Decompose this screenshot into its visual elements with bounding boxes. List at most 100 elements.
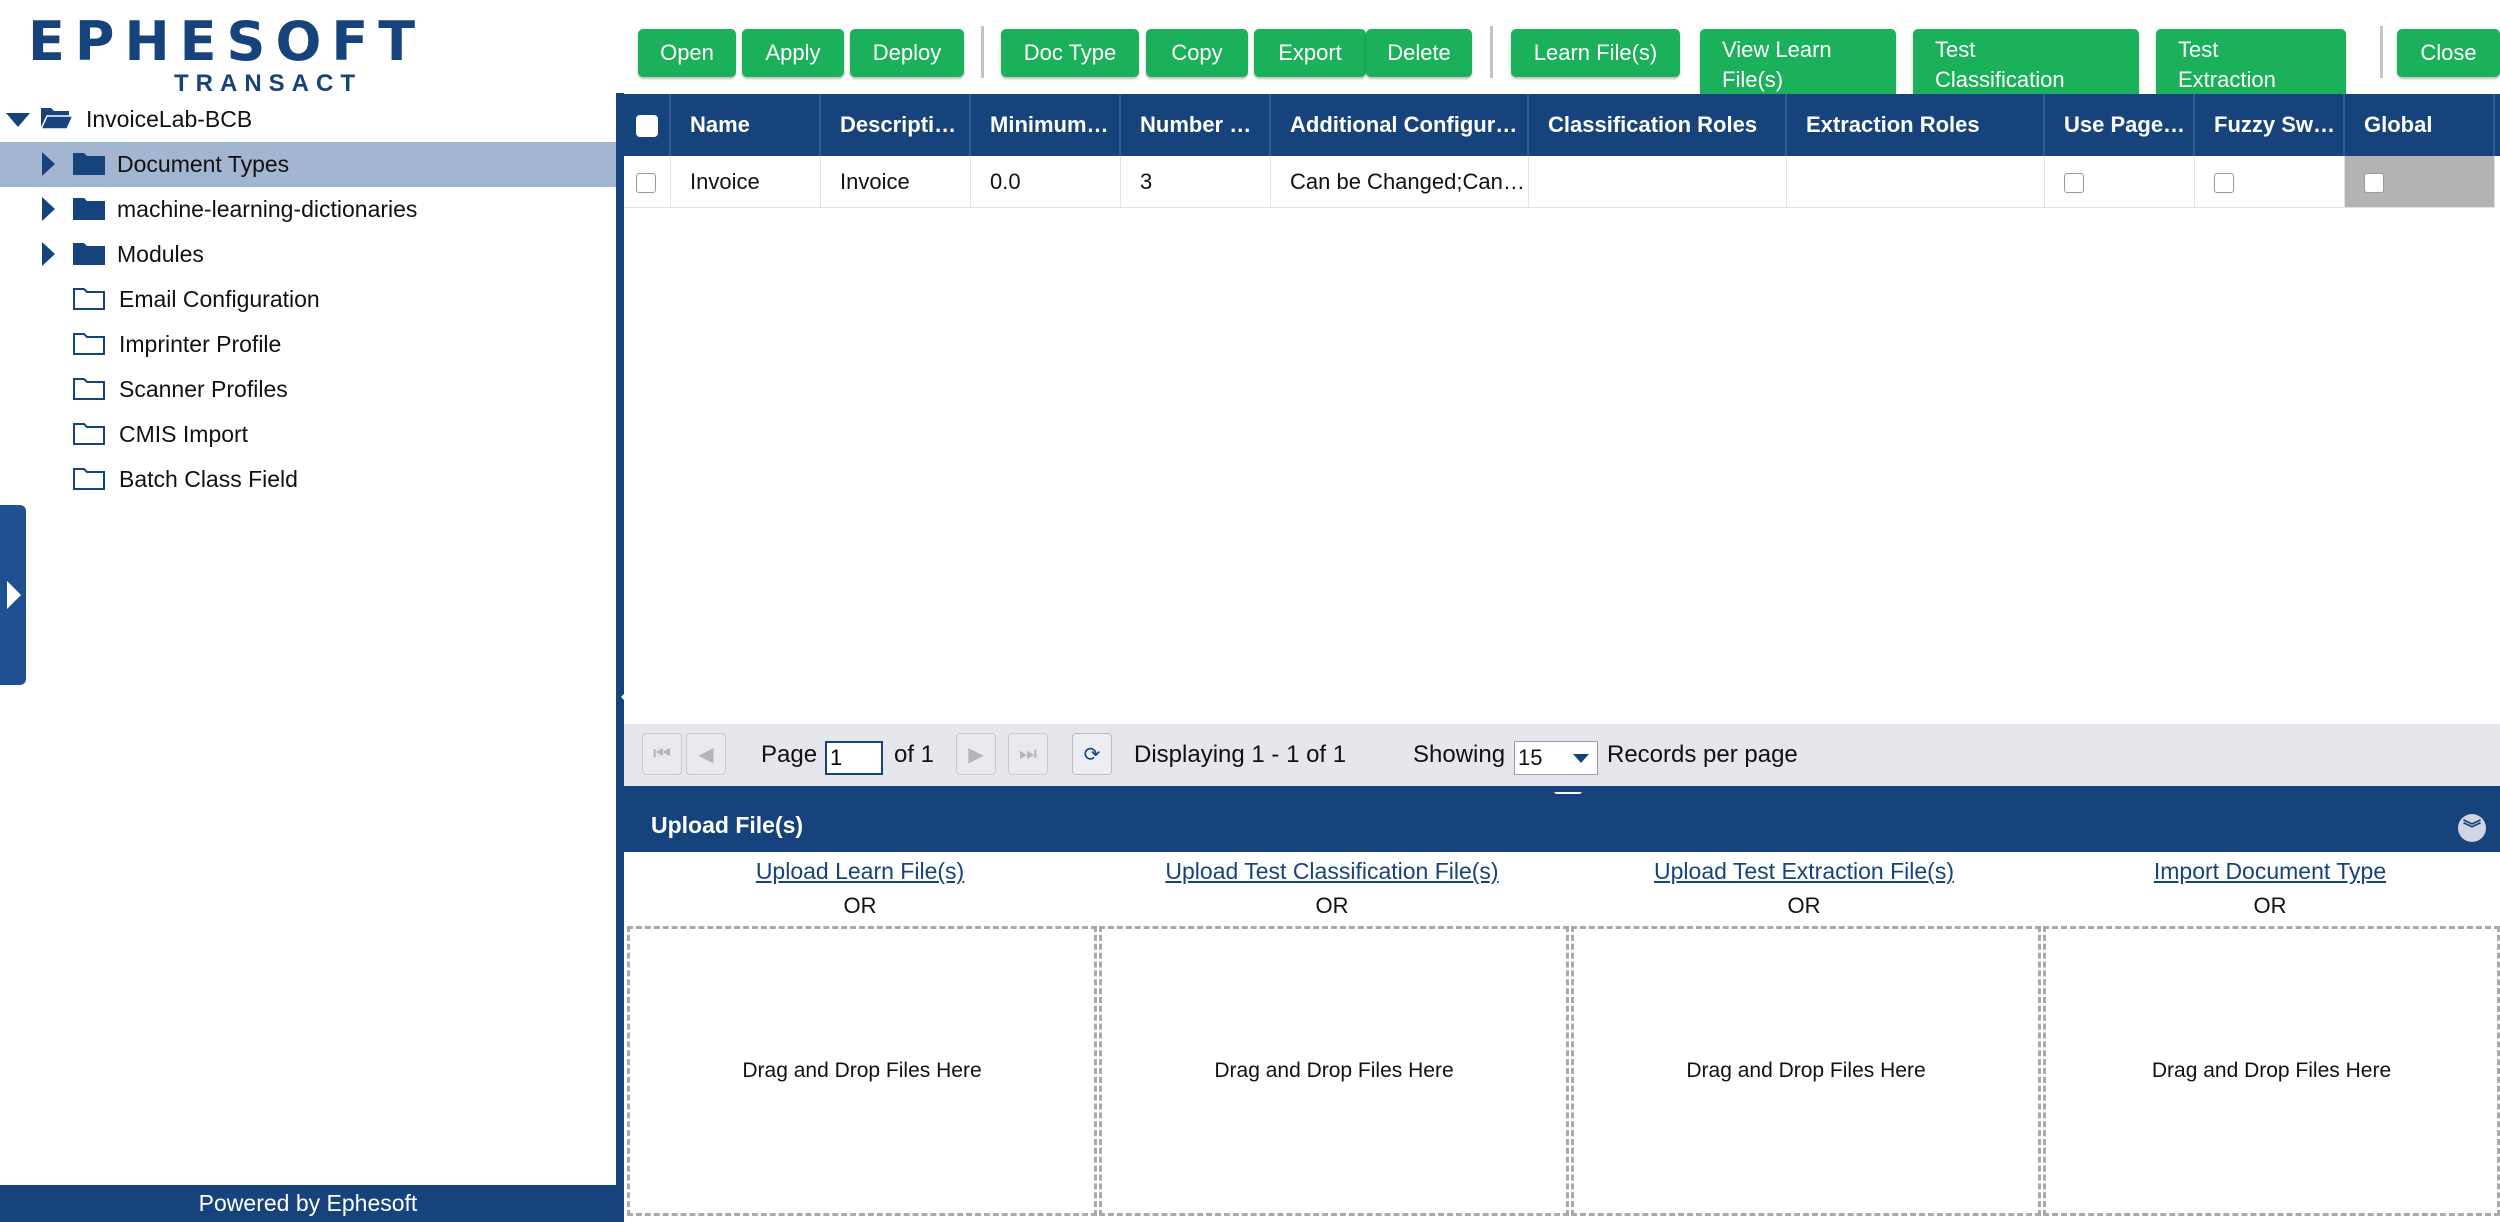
- expand-arrow-icon[interactable]: [42, 242, 55, 266]
- displaying-label: Displaying 1 - 1 of 1: [1134, 741, 1347, 768]
- tree-item[interactable]: machine-learning-dictionaries: [0, 187, 616, 232]
- next-page-button[interactable]: ▶: [956, 733, 996, 775]
- column-header-global[interactable]: Global: [2345, 94, 2495, 156]
- document-types-grid: Name Descripti… Minimum… Number … Additi…: [624, 94, 2500, 724]
- expand-panel-handle[interactable]: [0, 505, 26, 685]
- import-document-type-section: Import Document Type OR Drag and Drop Fi…: [2040, 852, 2500, 1222]
- upload-learn-files-link[interactable]: Upload Learn File(s): [756, 858, 964, 884]
- column-header-name[interactable]: Name: [671, 94, 821, 156]
- last-page-button[interactable]: ⏭: [1008, 733, 1048, 775]
- column-header-number[interactable]: Number …: [1121, 94, 1271, 156]
- folder-outline-icon: [72, 330, 106, 362]
- upload-test-extraction-link[interactable]: Upload Test Extraction File(s): [1654, 858, 1954, 884]
- first-page-button[interactable]: ⏮: [642, 733, 682, 775]
- column-header-additional-configuration[interactable]: Additional Configur…: [1271, 94, 1529, 156]
- toolbar: Open Apply Deploy Doc Type Copy Export D…: [624, 0, 2500, 94]
- doc-type-button[interactable]: Doc Type: [1001, 29, 1139, 77]
- or-label: OR: [1787, 893, 1821, 918]
- chevron-down-icon: [1573, 754, 1589, 763]
- panel-divider[interactable]: [616, 93, 624, 1222]
- first-page-icon: ⏮: [653, 742, 671, 765]
- cell-number[interactable]: 3: [1121, 156, 1271, 208]
- import-document-type-link[interactable]: Import Document Type: [2154, 858, 2386, 884]
- upload-test-classification-link[interactable]: Upload Test Classification File(s): [1165, 858, 1498, 884]
- upload-panel: Upload Learn File(s) OR Drag and Drop Fi…: [624, 852, 2500, 1222]
- view-learn-line2: File(s): [1722, 67, 1784, 92]
- column-header-minimum[interactable]: Minimum…: [971, 94, 1121, 156]
- test-extraction-button[interactable]: Test Extraction: [2156, 29, 2346, 94]
- cell-use-page: [2045, 156, 2195, 208]
- tree-item[interactable]: Imprinter Profile: [0, 322, 616, 367]
- tree-item[interactable]: Modules: [0, 232, 616, 277]
- records-per-page-value: 15: [1518, 745, 1543, 770]
- upload-panel-header: Upload File(s) ︾: [624, 794, 2500, 852]
- tree-item[interactable]: Email Configuration: [0, 277, 616, 322]
- folder-icon: [72, 195, 106, 227]
- column-header-description[interactable]: Descripti…: [821, 94, 971, 156]
- test-classification-line2: Classification: [1935, 67, 2065, 92]
- test-extraction-drop-zone[interactable]: Drag and Drop Files Here: [1571, 926, 2041, 1216]
- column-header-extraction-roles[interactable]: Extraction Roles: [1787, 94, 2045, 156]
- global-checkbox[interactable]: [2364, 173, 2384, 194]
- import-document-type-drop-zone[interactable]: Drag and Drop Files Here: [2043, 926, 2500, 1216]
- previous-page-button[interactable]: ◀: [686, 733, 726, 775]
- tree-item-label: Email Configuration: [119, 286, 320, 312]
- view-learn-files-button[interactable]: View Learn File(s): [1700, 29, 1896, 94]
- select-all-checkbox[interactable]: [636, 115, 658, 138]
- test-classification-button[interactable]: Test Classification: [1913, 29, 2139, 94]
- copy-button[interactable]: Copy: [1146, 29, 1248, 77]
- cell-additional-configuration[interactable]: Can be Changed;Can…: [1271, 156, 1529, 208]
- or-label: OR: [2253, 893, 2287, 918]
- cell-fuzzy-switch: [2195, 156, 2345, 208]
- test-classification-drop-zone[interactable]: Drag and Drop Files Here: [1099, 926, 1569, 1216]
- page-number-input[interactable]: [825, 741, 883, 775]
- toolbar-separator: [1490, 26, 1493, 78]
- fuzzy-switch-checkbox[interactable]: [2214, 173, 2234, 194]
- view-learn-line1: View Learn: [1722, 37, 1832, 62]
- tree-item[interactable]: Scanner Profiles: [0, 367, 616, 412]
- refresh-icon: ⟳: [1083, 743, 1101, 766]
- folder-open-icon: [39, 103, 75, 137]
- tree-item-label: machine-learning-dictionaries: [117, 196, 418, 222]
- export-button[interactable]: Export: [1254, 29, 1366, 77]
- cell-minimum[interactable]: 0.0: [971, 156, 1121, 208]
- learn-files-button[interactable]: Learn File(s): [1511, 29, 1680, 77]
- open-button[interactable]: Open: [638, 29, 736, 77]
- column-header-fuzzy-switch[interactable]: Fuzzy Sw…: [2195, 94, 2345, 156]
- tree-item[interactable]: Document Types: [0, 142, 616, 187]
- refresh-button[interactable]: ⟳: [1072, 733, 1112, 775]
- upload-learn-section: Upload Learn File(s) OR Drag and Drop Fi…: [624, 852, 1097, 1222]
- cell-global: [2345, 156, 2495, 208]
- logo-subtitle: TRANSACT: [174, 70, 362, 97]
- collapse-upload-button[interactable]: ︾: [2458, 814, 2486, 842]
- records-per-page-select[interactable]: 15: [1514, 741, 1598, 775]
- toolbar-separator: [981, 26, 984, 78]
- expand-arrow-icon[interactable]: [42, 197, 55, 221]
- folder-icon: [72, 240, 106, 272]
- folder-icon: [72, 150, 106, 182]
- row-checkbox[interactable]: [636, 173, 656, 194]
- delete-button[interactable]: Delete: [1366, 29, 1472, 77]
- cell-description[interactable]: Invoice: [821, 156, 971, 208]
- cell-extraction-roles[interactable]: [1787, 156, 2045, 208]
- tree-item-label: Modules: [117, 241, 204, 267]
- expand-arrow-icon[interactable]: [42, 152, 55, 176]
- cell-classification-roles[interactable]: [1529, 156, 1787, 208]
- close-button[interactable]: Close: [2397, 29, 2500, 77]
- deploy-button[interactable]: Deploy: [850, 29, 964, 77]
- chevron-right-icon: [7, 581, 21, 609]
- tree-root[interactable]: InvoiceLab-BCB: [0, 97, 616, 142]
- records-per-page-label: Records per page: [1607, 741, 1798, 768]
- column-header-use-page[interactable]: Use Page…: [2045, 94, 2195, 156]
- row-select-cell: [624, 156, 671, 208]
- tree-item[interactable]: CMIS Import: [0, 412, 616, 457]
- learn-drop-zone[interactable]: Drag and Drop Files Here: [627, 926, 1097, 1216]
- expanded-arrow-icon[interactable]: [6, 113, 30, 127]
- column-header-classification-roles[interactable]: Classification Roles: [1529, 94, 1787, 156]
- apply-button[interactable]: Apply: [742, 29, 844, 77]
- use-page-checkbox[interactable]: [2064, 173, 2084, 194]
- cell-name[interactable]: Invoice: [671, 156, 821, 208]
- select-all-cell: [624, 94, 671, 156]
- showing-label: Showing: [1413, 741, 1506, 768]
- tree-item[interactable]: Batch Class Field: [0, 457, 616, 502]
